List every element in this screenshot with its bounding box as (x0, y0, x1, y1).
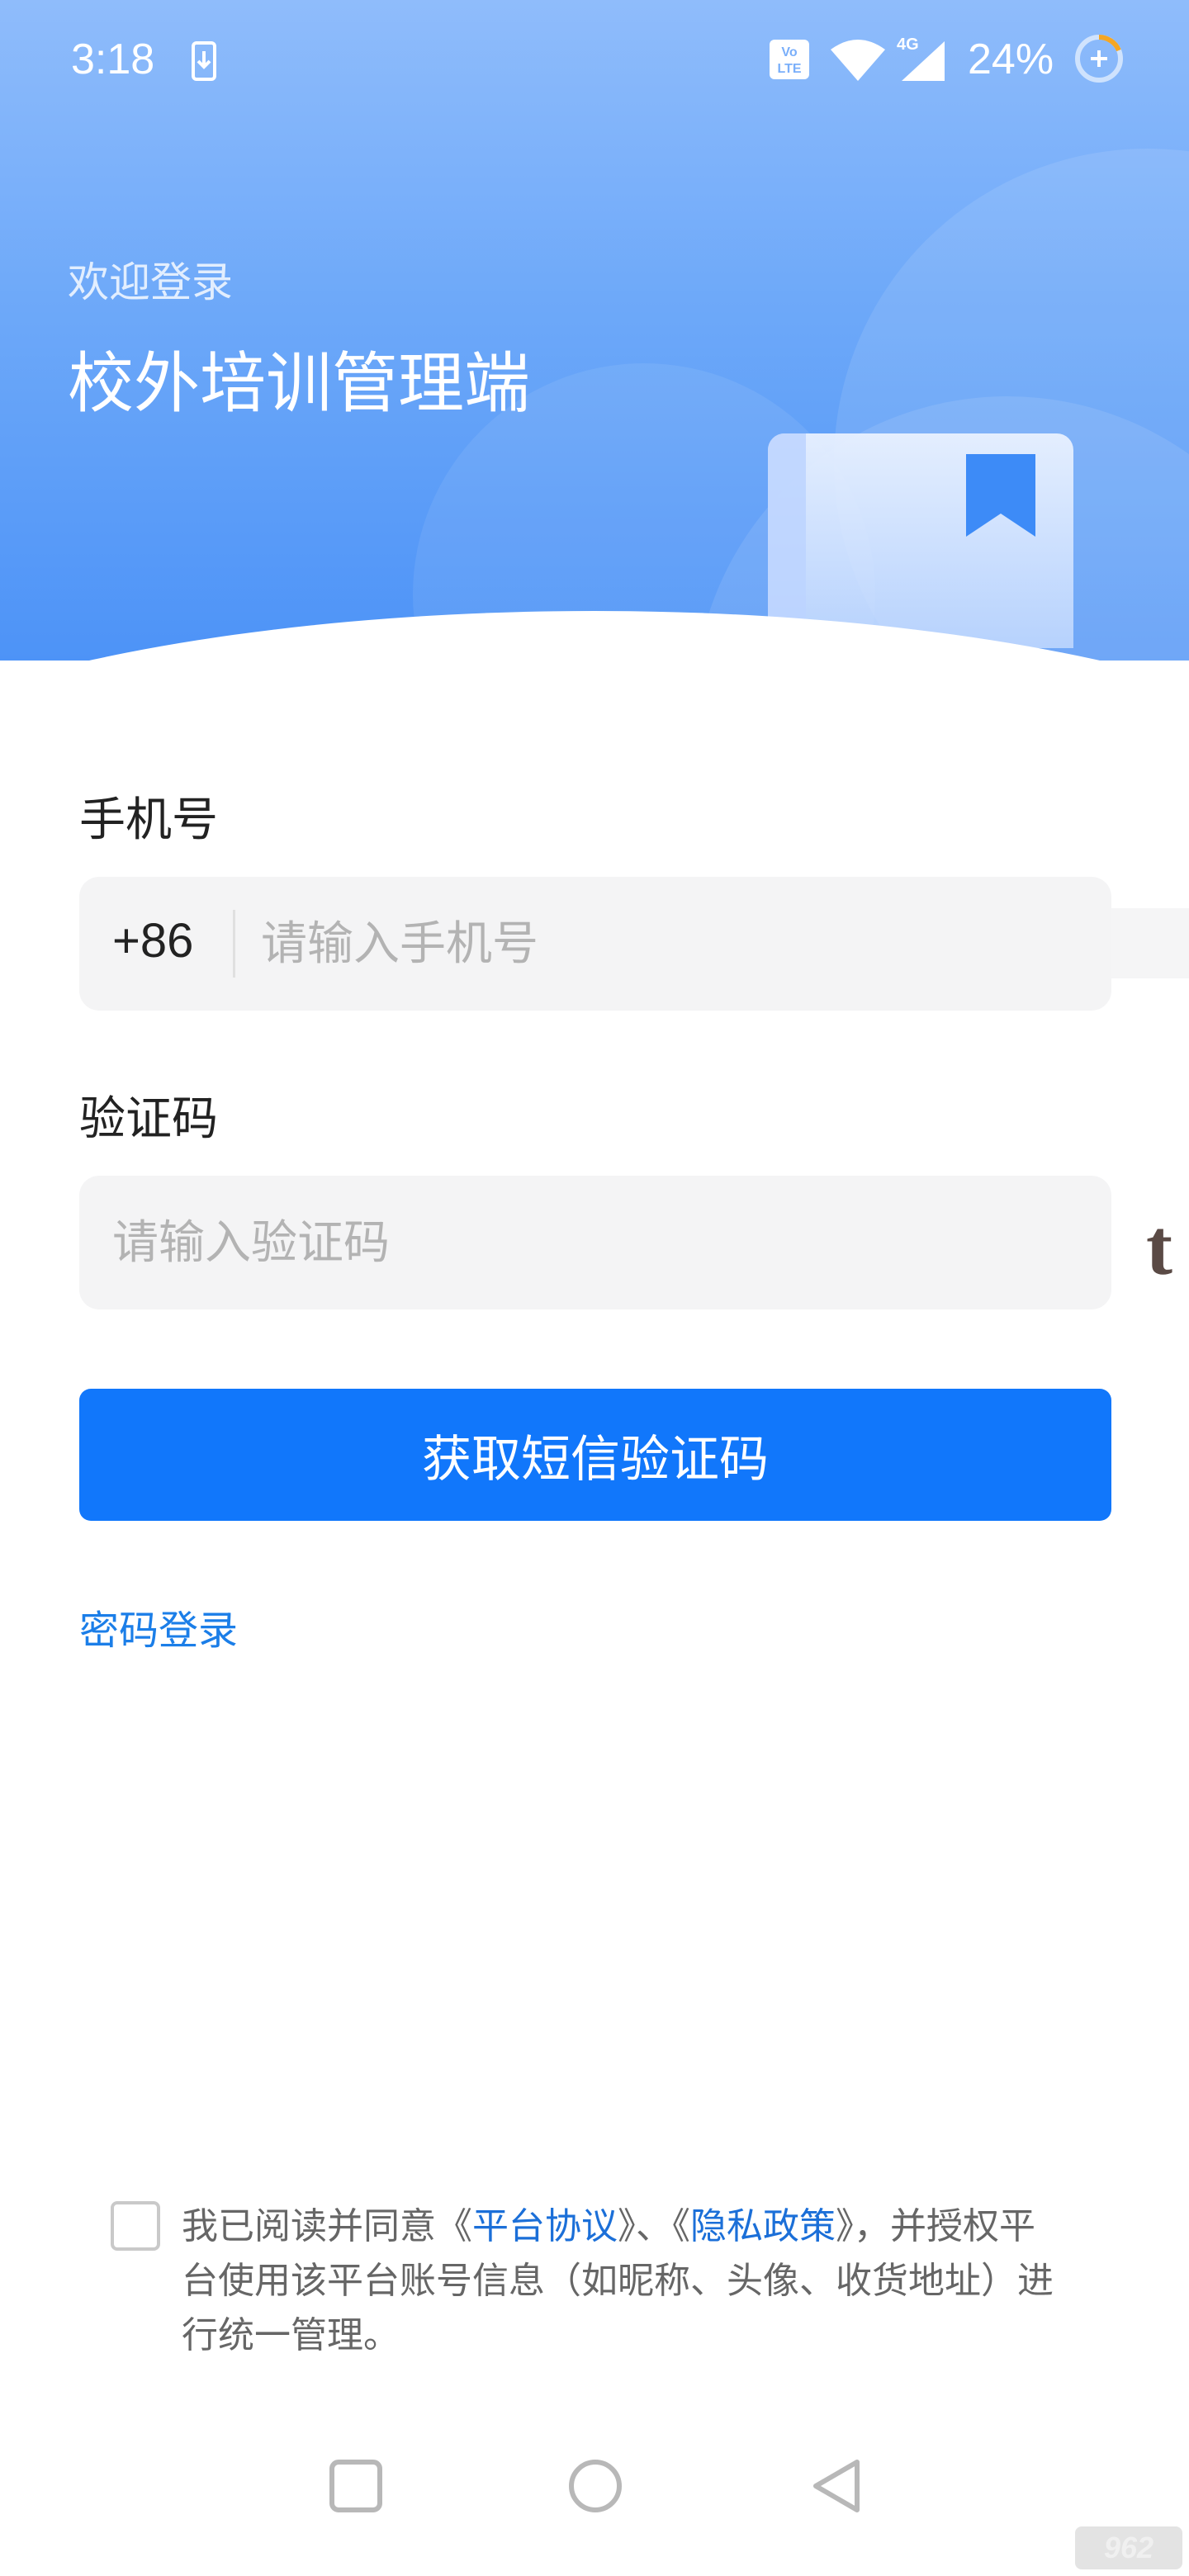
bookmark-icon (966, 454, 1035, 537)
bracket-close: 》 (836, 2205, 854, 2247)
code-label: 验证码 (79, 1092, 218, 1146)
app-title: 校外培训管理端 (68, 345, 530, 422)
recents-icon[interactable] (327, 2457, 385, 2515)
back-icon[interactable] (809, 2457, 867, 2515)
battery-percent: 24% (968, 36, 1054, 83)
code-field (79, 1176, 1111, 1309)
svg-text:LTE: LTE (777, 62, 801, 76)
network-type: 4G (897, 36, 919, 54)
get-sms-code-button[interactable]: 获取短信验证码 (79, 1389, 1111, 1521)
phone-field: +86 (79, 877, 1111, 1011)
volte-icon: Vo LTE (770, 40, 809, 79)
password-login-link[interactable]: 密码登录 (79, 1598, 238, 1655)
watermark-logo: 962 (1075, 2526, 1182, 2569)
phone-label: 手机号 (79, 793, 218, 847)
code-input[interactable] (112, 1176, 1087, 1309)
welcome-text: 欢迎登录 (68, 258, 233, 306)
signal-icon: 4G (897, 36, 945, 81)
status-bar: 3:18 Vo LTE 4G 24% (0, 0, 1189, 124)
svg-text:Vo: Vo (781, 45, 797, 59)
side-glyph: t (1146, 1203, 1172, 1291)
bracket-open: 《 (436, 2205, 472, 2247)
bracket-open: 《 (672, 2205, 690, 2247)
download-icon (192, 41, 216, 81)
country-code[interactable]: +86 (112, 913, 193, 968)
agreement-text: 我已阅读并同意《平台协议》、《隐私政策》，并授权平台使用该平台账号信息（如昵称、… (182, 2200, 1065, 2363)
separator: 、 (636, 2205, 672, 2247)
platform-agreement-link[interactable]: 平台协议 (472, 2205, 618, 2247)
bracket-close: 》 (618, 2205, 636, 2247)
phone-input[interactable] (261, 877, 1087, 1011)
divider (233, 910, 235, 978)
home-icon[interactable] (566, 2457, 624, 2515)
agreement-checkbox[interactable] (111, 2201, 160, 2251)
field-overflow (1111, 908, 1189, 978)
privacy-policy-link[interactable]: 隐私政策 (690, 2205, 836, 2247)
wifi-icon (831, 40, 885, 81)
agreement-prefix: 我已阅读并同意 (182, 2205, 436, 2247)
battery-icon (1075, 35, 1123, 83)
status-time: 3:18 (71, 36, 155, 83)
